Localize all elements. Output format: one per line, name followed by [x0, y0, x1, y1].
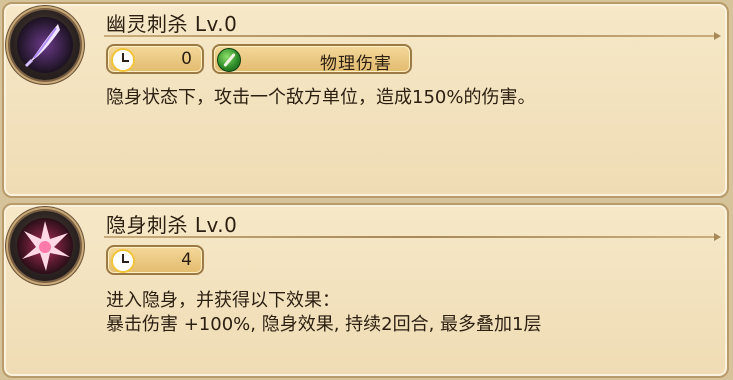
cooldown-badge: 4: [106, 245, 204, 275]
damage-type-label: 物理伤害: [320, 54, 392, 74]
cooldown-badge: 0: [106, 44, 204, 74]
description-line: 暴击伤害 +100%, 隐身效果, 持续2回合, 最多叠加1层: [106, 314, 542, 335]
skill-description: 进入隐身，并获得以下效果： 暴击伤害 +100%, 隐身效果, 持续2回合, 最…: [106, 289, 542, 337]
ghost-blade-icon[interactable]: [10, 10, 80, 80]
skill-description: 隐身状态下，攻击一个敌方单位，造成150%的伤害。: [106, 86, 535, 110]
damage-type-badge: 物理伤害: [212, 44, 412, 74]
description-line: 隐身状态下，攻击一个敌方单位，造成150%的伤害。: [106, 87, 536, 108]
cooldown-value: 0: [181, 49, 192, 69]
cooldown-value: 4: [181, 250, 192, 270]
clock-icon: [111, 249, 135, 273]
skill-card-stealth-assassinate: 隐身刺杀 Lv.0 4 进入隐身，并获得以下效果： 暴击伤害 +100%, 隐身…: [2, 203, 729, 378]
skill-title: 隐身刺杀 Lv.0: [106, 213, 238, 237]
title-divider: [104, 233, 721, 241]
clock-icon: [111, 48, 135, 72]
stealth-burst-icon[interactable]: [10, 211, 80, 281]
description-line: 进入隐身，并获得以下效果：: [106, 290, 340, 311]
skill-title: 幽灵刺杀 Lv.0: [106, 12, 238, 36]
skill-card-ghost-assassinate: 幽灵刺杀 Lv.0 0 物理伤害 隐身状态下，攻击一个敌方单位，造成150%的伤…: [2, 2, 729, 198]
sword-icon: [217, 48, 241, 72]
title-divider: [104, 32, 721, 40]
